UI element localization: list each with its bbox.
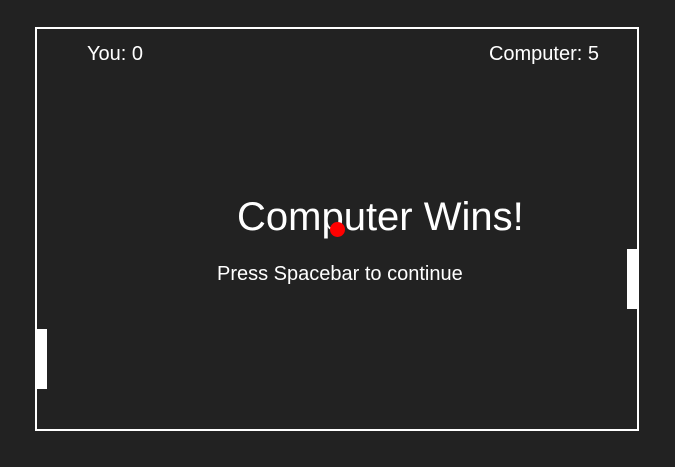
player-paddle[interactable] [37,329,47,389]
game-board[interactable]: You: 0 Computer: 5 Computer Wins! Press … [35,27,639,431]
winner-message: Computer Wins! [237,195,524,239]
ball [330,222,345,237]
player-score: You: 0 [87,43,143,65]
computer-score: Computer: 5 [488,43,599,65]
computer-paddle [627,249,637,309]
continue-prompt: Press Spacebar to continue [217,263,463,285]
